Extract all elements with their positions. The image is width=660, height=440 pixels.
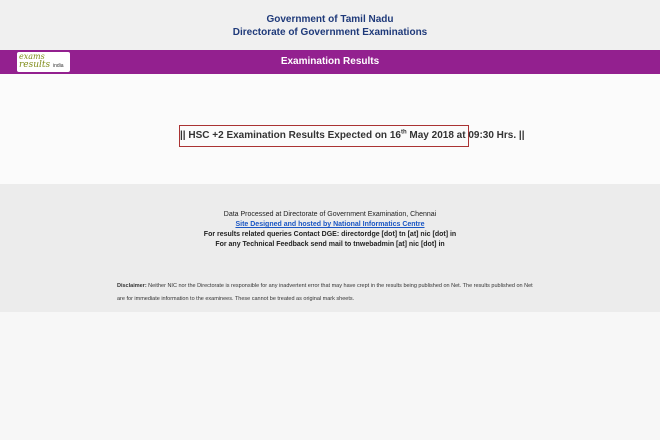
logo-word-india: india (53, 63, 64, 69)
nic-site-link[interactable]: Site Designed and hosted by National Inf… (235, 221, 424, 228)
footer-processed: Data Processed at Directorate of Governm… (223, 211, 437, 218)
results-banner: Examination Results exams results india (0, 50, 660, 74)
notice-prefix: || HSC +2 Examination Results Expected o… (180, 130, 401, 141)
footer-site-credit: Site Designed and hosted by National Inf… (0, 221, 660, 228)
footer-feedback: For any Technical Feedback send mail to … (215, 241, 445, 248)
page-footer: Data Processed at Directorate of Governm… (0, 184, 660, 312)
banner-title: Examination Results (280, 56, 380, 67)
disclaimer-text: Neither NIC nor the Directorate is respo… (117, 283, 533, 302)
disclaimer: Disclaimer: Neither NIC nor the Director… (117, 280, 537, 306)
disclaimer-label: Disclaimer: (117, 283, 147, 289)
page-bottom (0, 312, 660, 440)
header-directorate: Directorate of Government Examinations (232, 27, 428, 38)
header-government: Government of Tamil Nadu (266, 14, 394, 25)
logo-word-results: results (19, 60, 51, 70)
notice-suffix: May 2018 at 09:30 Hrs. || (406, 130, 525, 141)
main-content: || HSC +2 Examination Results Expected o… (0, 74, 660, 184)
page-header: Government of Tamil Nadu Directorate of … (0, 0, 660, 50)
exams-results-logo[interactable]: exams results india (17, 52, 70, 72)
footer-contact: For results related queries Contact DGE:… (203, 231, 457, 238)
results-notice: || HSC +2 Examination Results Expected o… (179, 125, 525, 147)
